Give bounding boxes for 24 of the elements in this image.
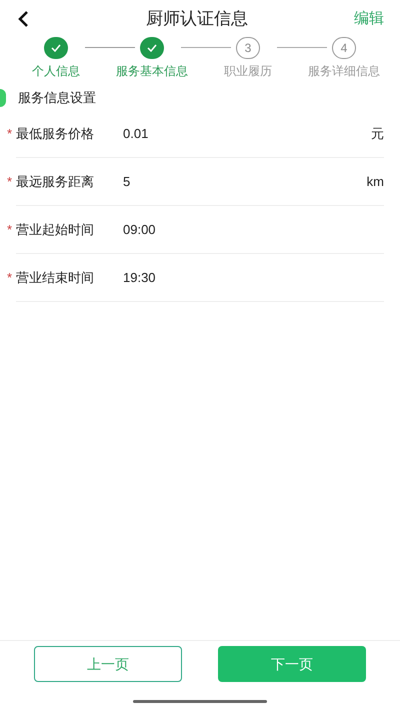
unit-label: 元: [371, 124, 384, 143]
step-number: 4: [332, 37, 356, 59]
field-value[interactable]: 19:30: [123, 268, 384, 288]
section-marker: [0, 89, 6, 107]
field-label: 营业结束时间: [16, 268, 95, 287]
step-label: 服务基本信息: [116, 63, 188, 80]
step-label: 职业履历: [224, 63, 272, 80]
required-mark: *: [7, 124, 12, 143]
back-icon[interactable]: [16, 10, 30, 28]
page-title: 厨师认证信息: [146, 8, 248, 30]
field-label: 营业起始时间: [16, 220, 95, 239]
field-label: 最远服务距离: [16, 172, 95, 191]
field-value[interactable]: 0.01: [123, 124, 371, 144]
unit-label: km: [366, 172, 384, 191]
field-value[interactable]: 5: [123, 172, 367, 192]
step-number: 3: [236, 37, 260, 59]
step-label: 服务详细信息: [308, 63, 380, 80]
section-title: 服务信息设置: [18, 89, 96, 108]
step-label: 个人信息: [32, 63, 80, 80]
field-value[interactable]: 09:00: [123, 220, 384, 240]
field-label: 最低服务价格: [16, 124, 95, 143]
required-mark: *: [7, 172, 12, 191]
required-mark: *: [7, 220, 12, 239]
required-mark: *: [7, 268, 12, 287]
